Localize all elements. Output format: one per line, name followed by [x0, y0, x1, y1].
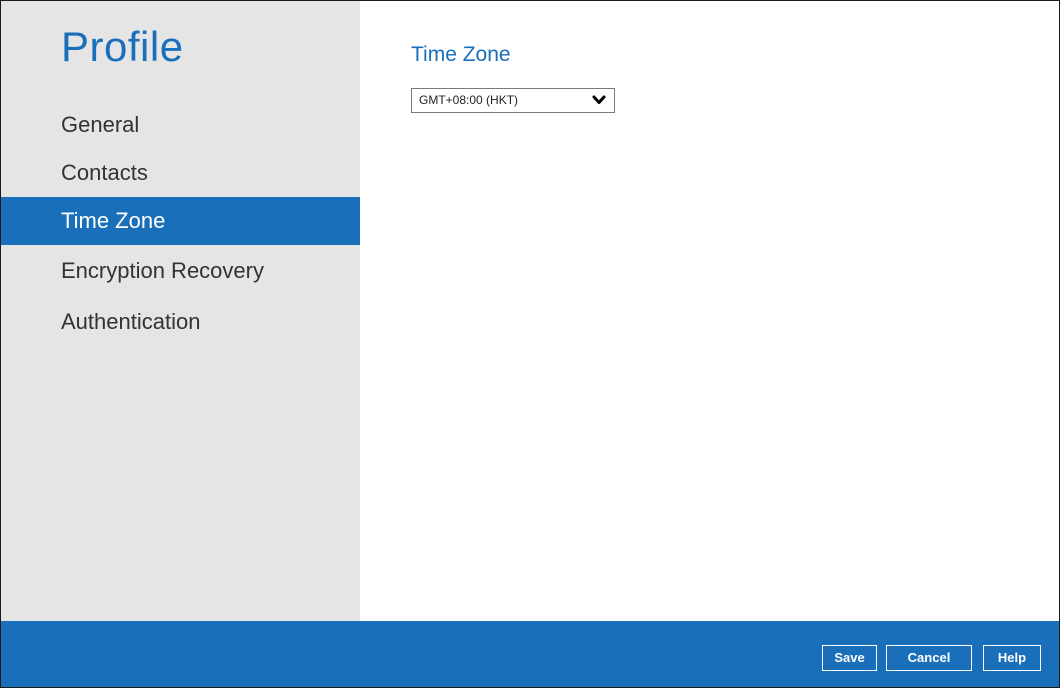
sidebar-item-authentication[interactable]: Authentication — [1, 298, 360, 346]
sidebar-item-time-zone[interactable]: Time Zone — [1, 197, 360, 245]
footer-bar: Save Cancel Help — [1, 621, 1059, 687]
sidebar-item-encryption-recovery[interactable]: Encryption Recovery — [1, 247, 360, 295]
sidebar-title: Profile — [61, 23, 184, 70]
sidebar: Profile General Contacts Time Zone Encry… — [1, 1, 360, 621]
chevron-down-icon — [592, 95, 606, 104]
help-button[interactable]: Help — [983, 645, 1041, 671]
timezone-select-value: GMT+08:00 (HKT) — [419, 93, 519, 107]
section-title: Time Zone — [411, 43, 511, 66]
sidebar-item-contacts[interactable]: Contacts — [1, 149, 360, 197]
profile-window: Profile General Contacts Time Zone Encry… — [0, 0, 1060, 688]
save-button[interactable]: Save — [822, 645, 877, 671]
cancel-button[interactable]: Cancel — [886, 645, 972, 671]
timezone-select[interactable]: GMT+08:00 (HKT) — [411, 88, 615, 113]
sidebar-item-general[interactable]: General — [1, 101, 360, 149]
